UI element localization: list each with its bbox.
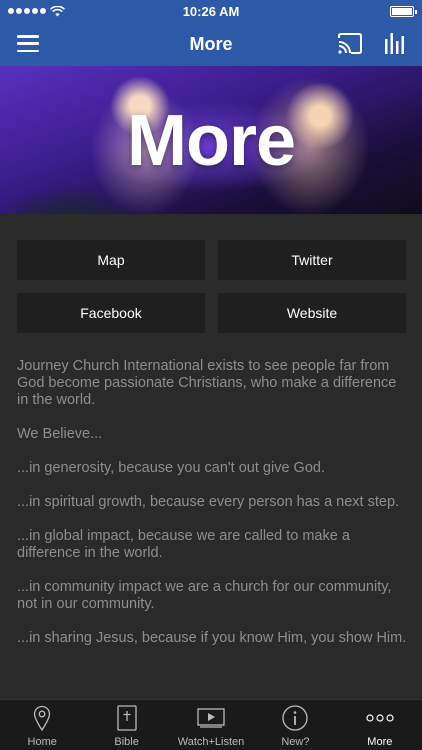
hero-banner: More [0, 66, 422, 214]
facebook-button[interactable]: Facebook [17, 293, 205, 333]
cast-icon[interactable] [337, 33, 363, 54]
tab-label: Bible [114, 736, 139, 748]
play-icon [197, 708, 225, 728]
tab-bar: Home Bible Watch+Listen New? More [0, 699, 422, 750]
belief-item: ...in community impact we are a church f… [17, 579, 392, 612]
link-buttons: Map Twitter Facebook Website [17, 240, 406, 333]
mission-paragraph: Journey Church International exists to s… [17, 358, 397, 408]
tab-bible[interactable]: Bible [84, 700, 168, 750]
belief-heading: We Believe... [17, 426, 103, 442]
map-button[interactable]: Map [17, 240, 205, 280]
map-pin-icon [34, 705, 51, 731]
tab-label: Home [27, 736, 57, 748]
tab-label: More [367, 736, 393, 748]
battery-icon [390, 5, 417, 17]
equalizer-icon[interactable] [384, 31, 406, 55]
navigation-bar: More [0, 22, 422, 66]
status-bar: 10:26 AM [0, 0, 422, 22]
tab-label: Watch+Listen [177, 736, 245, 748]
belief-item: ...in spiritual growth, because every pe… [17, 494, 400, 510]
belief-item: ...in generosity, because you can't out … [17, 460, 325, 476]
tab-new[interactable]: New? [253, 700, 337, 750]
signal-strength-icon [8, 8, 46, 14]
website-button[interactable]: Website [218, 293, 406, 333]
belief-item: ...in sharing Jesus, because if you know… [17, 630, 407, 646]
tab-home[interactable]: Home [0, 700, 84, 750]
tab-watch-listen[interactable]: Watch+Listen [169, 700, 253, 750]
about-text: Journey Church International exists to s… [17, 358, 409, 698]
wifi-icon [50, 5, 65, 16]
info-icon [282, 705, 309, 731]
twitter-button[interactable]: Twitter [218, 240, 406, 280]
bible-icon [116, 705, 137, 731]
hero-title: More [126, 101, 296, 181]
belief-item: ...in global impact, because we are call… [17, 528, 350, 561]
more-icon [366, 714, 394, 722]
tab-more[interactable]: More [338, 700, 422, 750]
tab-label: New? [281, 736, 310, 748]
signal-wifi [8, 5, 65, 17]
